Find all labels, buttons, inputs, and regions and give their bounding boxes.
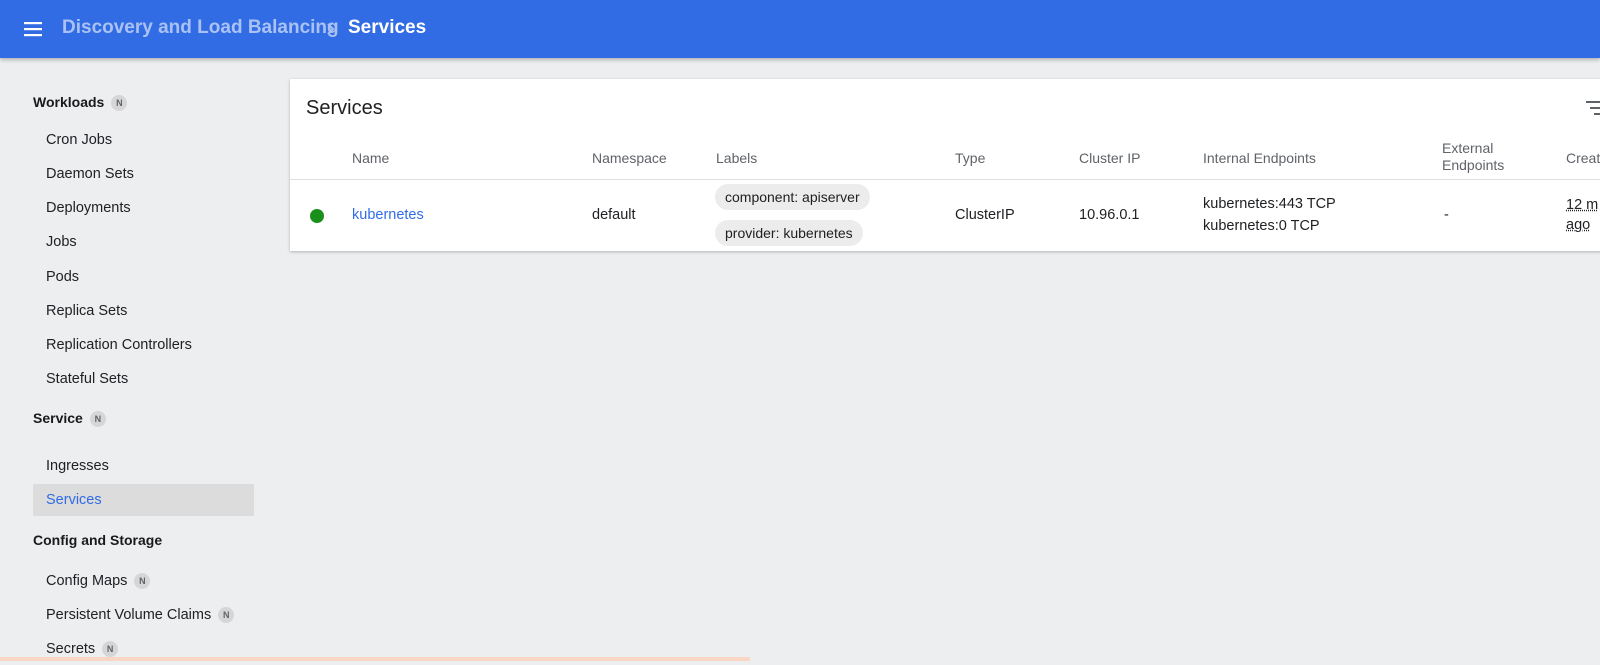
sidebar-item-pods[interactable]: Pods xyxy=(33,261,254,293)
namespace-badge: N xyxy=(134,573,151,590)
card-title: Services xyxy=(306,97,383,119)
breadcrumb-parent[interactable]: Discovery and Load Balancing xyxy=(62,17,339,39)
nav-group-service[interactable]: Service N xyxy=(33,410,106,428)
sidebar-item-stateful-sets[interactable]: Stateful Sets xyxy=(33,363,254,395)
sidebar-item-daemon-sets[interactable]: Daemon Sets xyxy=(33,158,254,190)
created-age-line: 12 m xyxy=(1566,197,1599,213)
internal-endpoint: kubernetes:0 TCP xyxy=(1203,218,1320,234)
label-chip[interactable]: provider: kubernetes xyxy=(715,220,863,246)
column-header-line: Endpoints xyxy=(1442,157,1505,173)
column-header-name[interactable]: Name xyxy=(352,150,389,166)
sidebar-item-cron-jobs[interactable]: Cron Jobs xyxy=(33,124,254,156)
sidebar-item-services[interactable]: Services xyxy=(33,484,254,516)
sidebar-item-config-maps[interactable]: Config Maps N xyxy=(33,565,254,597)
sidebar-item-replica-sets[interactable]: Replica Sets xyxy=(33,295,254,327)
cluster-ip-cell: 10.96.0.1 xyxy=(1079,207,1140,223)
external-endpoints-cell: - xyxy=(1444,207,1449,223)
sidebar-item-replication-controllers[interactable]: Replication Controllers xyxy=(33,329,254,361)
notification-bar-edge xyxy=(0,657,750,661)
nav-group-label: Config and Storage xyxy=(33,532,163,548)
column-header-namespace[interactable]: Namespace xyxy=(592,150,667,166)
column-header-cluster-ip: Cluster IP xyxy=(1079,150,1141,166)
created-age-cell: 12 m ago xyxy=(1566,195,1598,235)
namespace-badge: N xyxy=(218,607,235,624)
nav-group-config-and-storage[interactable]: Config and Storage xyxy=(33,532,162,548)
filter-icon[interactable] xyxy=(1586,100,1600,116)
breadcrumb-current: Services xyxy=(348,17,427,38)
sidebar-item-persistent-volume-claims[interactable]: Persistent Volume Claims N xyxy=(33,599,254,631)
divider xyxy=(290,179,1600,180)
namespace-badge: N xyxy=(102,641,119,658)
sidebar-item-deployments[interactable]: Deployments xyxy=(33,192,254,224)
services-card: Services Name Namespace Labels Type Clus… xyxy=(290,79,1600,251)
column-header-line: External xyxy=(1442,140,1494,156)
column-header-external-endpoints: External Endpoints xyxy=(1442,140,1504,174)
service-name-link[interactable]: kubernetes xyxy=(352,207,424,223)
sidebar-item-label: Secrets xyxy=(46,641,96,657)
type-cell: ClusterIP xyxy=(955,207,1015,223)
column-header-internal-endpoints: Internal Endpoints xyxy=(1203,150,1316,166)
sidebar-item-label: Persistent Volume Claims xyxy=(46,607,212,623)
sidebar-item-label: Config Maps xyxy=(46,573,128,589)
sidebar-item-jobs[interactable]: Jobs xyxy=(33,226,254,258)
column-header-type: Type xyxy=(955,150,986,166)
nav-group-label: Service xyxy=(33,410,83,426)
nav-group-label: Workloads xyxy=(33,94,105,110)
top-bar: Discovery and Load Balancing Services xyxy=(0,0,1600,58)
namespace-badge: N xyxy=(89,411,106,428)
sidebar: Workloads N Cron Jobs Daemon Sets Deploym… xyxy=(0,58,262,661)
sidebar-item-ingresses[interactable]: Ingresses xyxy=(33,450,254,482)
label-chip[interactable]: component: apiserver xyxy=(715,184,870,210)
internal-endpoint: kubernetes:443 TCP xyxy=(1203,196,1336,212)
created-age-line: ago xyxy=(1566,217,1591,233)
column-header-labels: Labels xyxy=(716,150,758,166)
namespace-cell: default xyxy=(592,207,636,223)
namespace-badge: N xyxy=(111,95,128,112)
column-header-created[interactable]: Creat xyxy=(1566,150,1600,166)
chevron-right-icon xyxy=(327,23,335,35)
menu-icon[interactable] xyxy=(22,18,44,40)
nav-group-workloads[interactable]: Workloads N xyxy=(33,94,128,112)
status-running-icon xyxy=(310,209,324,223)
